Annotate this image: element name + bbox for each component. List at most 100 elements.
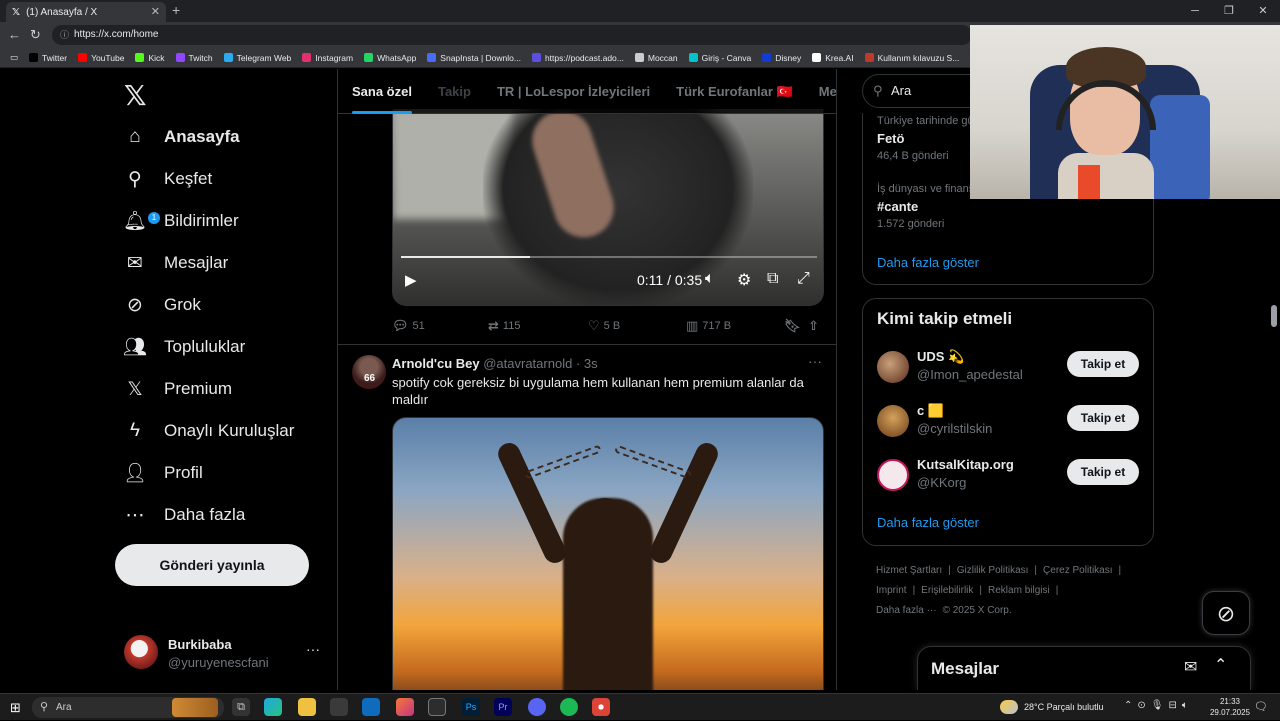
footer-link[interactable]: Erişilebilirlik [921, 585, 973, 596]
nav-item-bildirimler[interactable]: 🔔︎ 1 Bildirimler [122, 201, 239, 241]
picture-in-picture-icon[interactable]: ⧉ [767, 270, 778, 288]
timeline-tab[interactable]: Sana özel [352, 69, 412, 114]
minimize-icon[interactable]: ─ [1178, 0, 1212, 22]
timeline-tab[interactable]: TR | LoLespor İzleyicileri [497, 69, 650, 114]
window-close-icon[interactable]: ✕ [1246, 0, 1280, 22]
bookmarks-menu-icon[interactable]: ▭ [10, 52, 18, 63]
timeline-tab[interactable]: Metin2 [819, 69, 836, 114]
avatar[interactable] [877, 459, 909, 491]
follow-button[interactable]: Takip et [1067, 405, 1139, 431]
weather-icon[interactable] [1000, 700, 1018, 714]
chrome-icon[interactable] [592, 698, 610, 716]
follow-suggestion[interactable]: c 🟨 @cyrilstilskin Takip et [877, 401, 1147, 441]
bookmark-item[interactable]: WhatsApp [364, 53, 416, 63]
nav-item-daha-fazla[interactable]: ⋯ Daha fazla [122, 495, 246, 535]
bookmark-button[interactable]: 🔖︎ [784, 318, 801, 334]
bookmark-item[interactable]: Kick [135, 53, 165, 63]
tray-icons[interactable]: ⌃⊙🎙︎⊟🔈︎ [1124, 700, 1193, 711]
store-icon[interactable] [330, 698, 348, 716]
bookmark-item[interactable]: Twitch [175, 53, 213, 63]
footer-link[interactable]: Imprint [876, 585, 907, 596]
file-explorer-icon[interactable] [298, 698, 316, 716]
more-icon[interactable]: ··· [808, 353, 822, 369]
avatar[interactable]: 66 [352, 355, 386, 389]
post-author-handle[interactable]: @atavratarnold [483, 356, 572, 371]
bookmark-item[interactable]: Moccan [634, 53, 678, 63]
close-tab-icon[interactable]: ✕ [151, 5, 160, 18]
windows-start-icon[interactable]: ⊞ [10, 700, 21, 716]
bookmark-item[interactable]: Giriş - Canva [688, 53, 751, 63]
bookmark-item[interactable]: Instagram [302, 53, 353, 63]
post[interactable]: 66 Arnold'cu Bey @atavratarnold · 3s ···… [338, 344, 836, 690]
clock[interactable]: 21:33 29.07.2025 [1200, 696, 1260, 718]
more-icon[interactable]: ··· [306, 641, 320, 657]
outlook-icon[interactable] [362, 698, 380, 716]
capcut-icon[interactable] [428, 698, 446, 716]
reply-button[interactable]: 💬︎ 51 [392, 318, 425, 334]
follow-suggestion[interactable]: UDS 💫 @Imon_apedestal Takip et [877, 347, 1147, 387]
bookmark-item[interactable]: Telegram Web [223, 53, 291, 63]
bookmark-item[interactable]: Krea.AI [812, 53, 854, 63]
show-more-follow-link[interactable]: Daha fazla göster [877, 515, 979, 530]
bookmark-item[interactable]: Disney [762, 53, 801, 63]
nav-item-topluluklar[interactable]: 👥︎ Topluluklar [122, 327, 245, 367]
footer-link[interactable]: Gizlilik Politikası [957, 565, 1029, 576]
footer-link[interactable]: Hizmet Şartları [876, 565, 942, 576]
x-logo-icon[interactable]: 𝕏 [124, 79, 147, 112]
volume-icon[interactable]: 🔈︎ [705, 270, 715, 288]
url-input[interactable]: ⓘ https://x.com/home [52, 25, 972, 45]
photoshop-icon[interactable]: Ps [462, 698, 480, 716]
post-time[interactable]: 3s [584, 356, 598, 371]
premiere-icon[interactable]: Pr [494, 698, 512, 716]
nav-item-profil[interactable]: 👤︎ Profil [122, 453, 203, 493]
taskbar-search[interactable]: ⚲ Ara [32, 697, 224, 718]
follow-button[interactable]: Takip et [1067, 351, 1139, 377]
timeline-tab[interactable]: Türk Eurofanlar 🇹🇷 [676, 69, 793, 114]
new-message-icon[interactable]: ✉ [1184, 657, 1197, 677]
show-more-trends-link[interactable]: Daha fazla göster [877, 255, 979, 270]
back-icon[interactable]: ← [8, 27, 21, 42]
repost-button[interactable]: ⇄ 115 [488, 318, 520, 334]
task-view-icon[interactable]: ⧉ [232, 698, 250, 716]
avatar[interactable] [877, 405, 909, 437]
bookmark-item[interactable]: Kullanım kılavuzu S... [864, 53, 959, 63]
nav-item-keşfet[interactable]: ⚲ Keşfet [122, 159, 212, 199]
messages-drawer[interactable]: Mesajlar ✉ ⌃ [917, 646, 1251, 690]
video-player[interactable]: ▶ 0:11 / 0:35 🔈︎ ⚙ ⧉ ⤢ [392, 109, 824, 306]
video-progress-bar[interactable] [401, 256, 817, 258]
settings-gear-icon[interactable]: ⚙ [737, 270, 751, 290]
expand-icon[interactable]: ⌃ [1214, 655, 1227, 675]
site-info-icon[interactable]: ⓘ [60, 25, 69, 45]
discord-icon[interactable] [528, 698, 546, 716]
notification-icon[interactable]: 🗨︎ [1254, 700, 1268, 713]
post-author-name[interactable]: Arnold'cu Bey [392, 356, 480, 371]
footer-link[interactable]: Çerez Politikası [1043, 565, 1112, 576]
grok-icon[interactable]: ⊘ [1202, 591, 1250, 635]
follow-suggestion[interactable]: KutsalKitap.org @KKorg Takip et [877, 455, 1147, 495]
footer-link[interactable]: © 2025 X Corp. [943, 605, 1012, 616]
weather-text[interactable]: 28°C Parçalı bulutlu [1024, 702, 1104, 712]
nav-item-mesajlar[interactable]: ✉ Mesajlar [122, 243, 228, 283]
restore-icon[interactable]: ❐ [1212, 0, 1246, 22]
account-switcher[interactable]: Burkibaba @yuruyenescfani ··· [124, 631, 334, 675]
bookmark-item[interactable]: YouTube [78, 53, 124, 63]
footer-link[interactable]: Daha fazla ··· [876, 605, 937, 616]
edge-icon[interactable] [264, 698, 282, 716]
follow-button[interactable]: Takip et [1067, 459, 1139, 485]
footer-link[interactable]: Reklam bilgisi [988, 585, 1050, 596]
spotify-icon[interactable] [560, 698, 578, 716]
nav-item-premium[interactable]: 𝕏 Premium [122, 369, 232, 409]
bookmark-item[interactable]: https://podcast.ado... [531, 53, 624, 63]
timeline-tab[interactable]: Takip [438, 69, 471, 114]
post-image[interactable] [392, 417, 824, 690]
nav-item-grok[interactable]: ⊘ Grok [122, 285, 201, 325]
browser-tab[interactable]: 𝕏 (1) Anasayfa / X ✕ [6, 2, 166, 22]
fullscreen-icon[interactable]: ⤢ [797, 270, 810, 288]
like-button[interactable]: ♡ 5 B [588, 318, 620, 334]
instagram-app-icon[interactable] [396, 698, 414, 716]
post-button[interactable]: Gönderi yayınla [115, 544, 309, 586]
bookmark-item[interactable]: Twitter [29, 53, 67, 63]
bookmark-item[interactable]: SnapInsta | Downlo... [427, 53, 521, 63]
avatar[interactable] [877, 351, 909, 383]
reload-icon[interactable]: ↻ [30, 27, 41, 43]
